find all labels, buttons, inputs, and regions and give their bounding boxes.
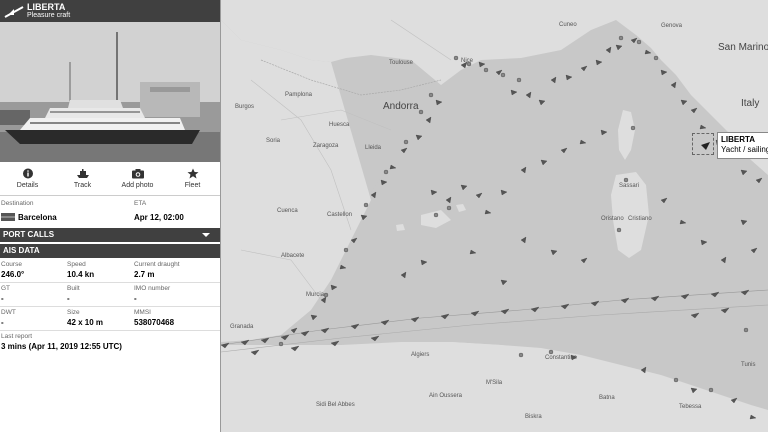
city-label: Nice	[461, 58, 474, 64]
city-label: Huesca	[329, 122, 350, 128]
track-button[interactable]: Track	[55, 162, 110, 195]
size-label: Size	[67, 309, 80, 316]
vessel-photo-image	[0, 22, 220, 162]
details-button[interactable]: Details	[0, 162, 55, 195]
city-label: Cristiano	[628, 216, 652, 222]
city-label: M'Sila	[486, 380, 503, 386]
gt-label: GT	[1, 285, 11, 292]
draught-label: Current draught	[134, 261, 180, 268]
city-label: Oristano	[601, 216, 624, 222]
city-label: Tebessa	[679, 404, 702, 410]
city-label: Algiers	[411, 352, 430, 358]
fleet-button[interactable]: Fleet	[165, 162, 220, 195]
tooltip-vessel-type: Yacht / sailing vessel	[721, 145, 768, 154]
star-icon	[187, 168, 198, 179]
dwt-label: DWT	[1, 309, 16, 316]
add-photo-button[interactable]: Add photo	[110, 162, 165, 195]
vessel-name: LIBERTA	[27, 2, 66, 12]
ship-track-icon	[76, 169, 89, 178]
city-label: Cuenca	[277, 208, 298, 214]
details-label: Details	[16, 182, 39, 189]
country-label-san-marino: San Marino	[718, 42, 768, 53]
imo-label: IMO number	[134, 285, 171, 292]
size-value: 42 x 10 m	[67, 318, 104, 327]
built-label: Built	[67, 285, 80, 292]
city-label: Sassari	[619, 183, 640, 189]
speed-label: Speed	[67, 261, 86, 268]
gt-value: -	[1, 294, 4, 303]
city-label: Tunis	[741, 362, 756, 368]
city-label: Genova	[661, 23, 683, 29]
last-report-value: 3 mins (Apr 11, 2019 12:55 UTC)	[1, 342, 122, 351]
country-label-andorra: Andorra	[383, 101, 419, 112]
city-label: Lleida	[365, 145, 382, 151]
tooltip-vessel-name: LIBERTA	[721, 135, 756, 144]
city-label: Burgos	[235, 104, 255, 110]
city-label: Albacete	[281, 253, 305, 259]
vessel-type: Pleasure craft	[27, 12, 71, 19]
vessel-header: LIBERTA Pleasure craft	[0, 0, 220, 22]
city-label: Sidi Bel Abbes	[316, 402, 355, 408]
city-label: Zaragoza	[313, 143, 339, 149]
eta-value: Apr 12, 02:00	[134, 212, 184, 222]
city-label: Murcia	[306, 292, 325, 298]
fleet-label: Fleet	[184, 182, 201, 189]
last-report-label: Last report	[1, 333, 33, 340]
built-value: -	[67, 294, 70, 303]
imo-value: -	[134, 294, 137, 303]
flag-icon	[1, 213, 15, 221]
city-label: Granada	[230, 324, 254, 330]
chevron-down-icon	[202, 233, 210, 237]
city-label: Biskra	[525, 414, 542, 420]
app-root: Andorra Italy San Marino Toulouse Pamplo…	[0, 0, 768, 432]
ais-data-label: AIS DATA	[3, 246, 40, 255]
port-calls-toggle[interactable]: PORT CALLS	[0, 228, 220, 242]
camera-icon	[131, 169, 144, 179]
city-label: Castellon	[327, 212, 353, 218]
selected-vessel-highlight	[692, 133, 714, 155]
info-icon	[22, 168, 33, 179]
city-label: Constantine	[545, 355, 578, 361]
dwt-value: -	[1, 318, 4, 327]
mmsi-value: 538070468	[134, 318, 175, 327]
city-label: Toulouse	[389, 60, 414, 66]
mmsi-label: MMSI	[134, 309, 151, 316]
vessel-photo[interactable]	[0, 22, 220, 162]
speed-value: 10.4 kn	[67, 270, 95, 279]
city-label: Cuneo	[559, 22, 577, 28]
eta-label: ETA	[134, 200, 147, 207]
destination-label: Destination	[1, 200, 34, 207]
vessel-actions: Details Track Add photo Fleet	[0, 162, 220, 196]
city-label: Soria	[266, 138, 281, 144]
vessel-panel: LIBERTA Pleasure craft Details Track Add…	[0, 0, 221, 432]
course-value: 246.0°	[1, 270, 25, 279]
country-label-italy: Italy	[741, 98, 760, 109]
map-view[interactable]: Andorra Italy San Marino Toulouse Pamplo…	[221, 0, 768, 432]
vessel-markers[interactable]	[221, 0, 768, 432]
vessel-type-icon	[4, 6, 24, 18]
track-label: Track	[73, 182, 92, 189]
add-photo-label: Add photo	[121, 182, 154, 189]
city-label: Pamplona	[285, 92, 313, 98]
destination-value: Barcelona	[18, 212, 57, 222]
city-label: Ain Oussera	[429, 393, 463, 399]
ais-data-grid: Course Speed Current draught 246.0° 10.4…	[0, 258, 220, 351]
vessel-tooltip[interactable]: LIBERTA Yacht / sailing vessel	[717, 132, 768, 159]
port-calls-label: PORT CALLS	[3, 230, 55, 239]
voyage-info: Destination ETA Barcelona Apr 12, 02:00	[0, 196, 220, 224]
ais-data-header: AIS DATA	[0, 244, 220, 258]
course-label: Course	[1, 261, 22, 268]
city-label: Batna	[599, 395, 615, 401]
draught-value: 2.7 m	[134, 270, 155, 279]
